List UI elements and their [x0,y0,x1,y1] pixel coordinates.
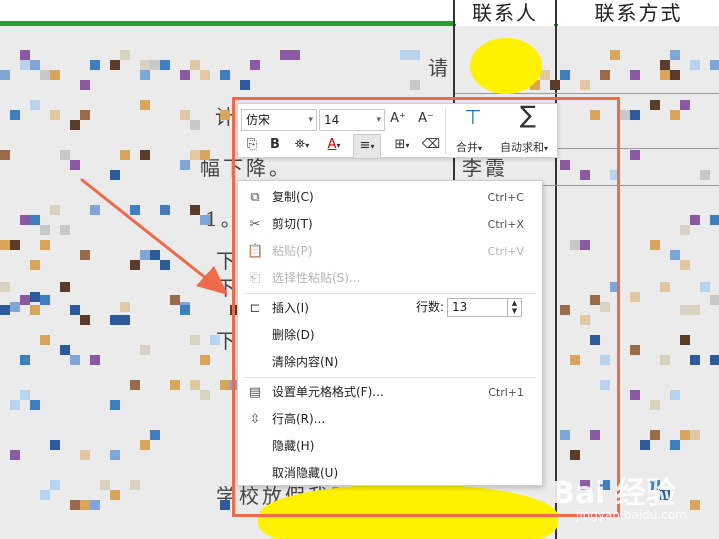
menu-item-label: 取消隐藏(U) [272,466,339,480]
menu-item-label: 插入(I) [272,301,309,315]
menu-item-label: 清除内容(N) [272,355,339,369]
menu-separator [244,377,536,378]
floating-format-toolbar: 仿宋 ▾ 14 ▾ A⁺ A⁻ ⎘ B ⛯▾ A▾ ≡▾ ⊞▾ ⌫ ⊤ 合并▾ … [237,103,558,159]
menu-item-hide[interactable]: 隐藏(H) [238,433,542,460]
insert-rows-icon: ⊏ [249,301,261,316]
menu-item-shortcut: Ctrl+X [487,218,524,231]
menu-item-label: 设置单元格格式(F)... [272,385,384,399]
grow-font-button[interactable]: A⁺ [388,108,408,130]
watermark-logo: Bai 经验 [552,476,676,511]
spin-up-icon[interactable]: ▲ [508,299,521,307]
watermark-url: jingyan.baidu.com [576,508,687,522]
menu-item-delete[interactable]: 删除(D) [238,322,542,349]
menu-item-label: 剪切(T) [272,217,313,231]
menu-item-label: 选择性粘贴(S)... [272,271,361,285]
menu-item-copy[interactable]: ⧉ 复制(C) Ctrl+C [238,184,542,211]
merge-button[interactable]: 合并▾ [456,139,482,155]
menu-item-paste[interactable]: 📋 粘贴(P) Ctrl+V [238,238,542,265]
paste-icon: 📋 [247,244,264,259]
clear-format-button[interactable]: ⌫ [420,134,442,156]
format-painter-icon[interactable]: ⎘ [242,134,262,156]
row-count-input[interactable]: 13 ▲ ▼ [447,298,522,317]
shrink-font-button[interactable]: A⁻ [416,108,436,130]
menu-item-label: 删除(D) [272,328,315,342]
font-color-button[interactable]: A▾ [320,134,348,157]
menu-item-label: 粘贴(P) [272,244,313,258]
fill-color-button[interactable]: ⛯▾ [288,134,316,157]
autosum-button[interactable]: 自动求和▾ [500,139,548,155]
autosum-label: 自动求和 [500,141,544,154]
paste-special-icon: ⎗ [249,271,261,286]
menu-item-label: 行高(R)... [272,412,326,426]
chevron-down-icon: ▾ [308,115,313,125]
menu-item-shortcut: Ctrl+V [487,245,524,258]
font-size-select[interactable]: 14 ▾ [319,109,385,131]
eraser-icon: ⌫ [421,137,441,152]
context-menu: ⧉ 复制(C) Ctrl+C ✂ 剪切(T) Ctrl+X 📋 粘贴(P) Ct… [237,180,543,486]
paint-bucket-icon: ⛯ [294,137,306,152]
row-height-icon: ⇳ [249,412,261,427]
row-count-label: 行数: [416,300,445,314]
menu-item-cut[interactable]: ✂ 剪切(T) Ctrl+X [238,211,542,238]
bold-button[interactable]: B [266,134,284,156]
menu-item-format-cells[interactable]: ▤ 设置单元格格式(F)... Ctrl+1 [238,379,542,406]
row-count-value: 13 [452,300,468,314]
menu-separator [244,293,536,294]
chevron-down-icon: ▾ [376,115,381,125]
align-button[interactable]: ≡▾ [353,134,381,159]
menu-item-shortcut: Ctrl+C [487,191,524,204]
menu-item-row-height[interactable]: ⇳ 行高(R)... [238,406,542,433]
font-size-value: 14 [324,113,340,127]
font-name-select[interactable]: 仿宋 ▾ [241,109,317,131]
grid-border-icon: ⊞ [394,137,406,152]
align-center-icon: ≡ [359,138,371,153]
toolbar-divider [445,108,446,154]
borders-button[interactable]: ⊞▾ [388,134,416,157]
spin-down-icon[interactable]: ▼ [508,307,521,315]
menu-item-shortcut: Ctrl+1 [488,386,524,399]
format-cells-icon: ▤ [248,385,262,400]
merge-cells-icon[interactable]: ⊤ [458,106,488,128]
menu-item-clear-contents[interactable]: 清除内容(N) [238,349,542,376]
menu-item-paste-special[interactable]: ⎗ 选择性粘贴(S)... [238,265,542,292]
row-count-spinner[interactable]: ▲ ▼ [507,299,521,316]
sigma-icon[interactable]: ∑ [513,103,543,127]
menu-item-label: 复制(C) [272,190,314,204]
menu-item-label: 隐藏(H) [272,439,315,453]
merge-label: 合并 [456,141,478,154]
font-name-value: 仿宋 [246,113,271,127]
scissors-icon: ✂ [249,217,261,232]
copy-icon: ⧉ [250,190,260,205]
menu-item-unhide[interactable]: 取消隐藏(U) [238,460,542,487]
